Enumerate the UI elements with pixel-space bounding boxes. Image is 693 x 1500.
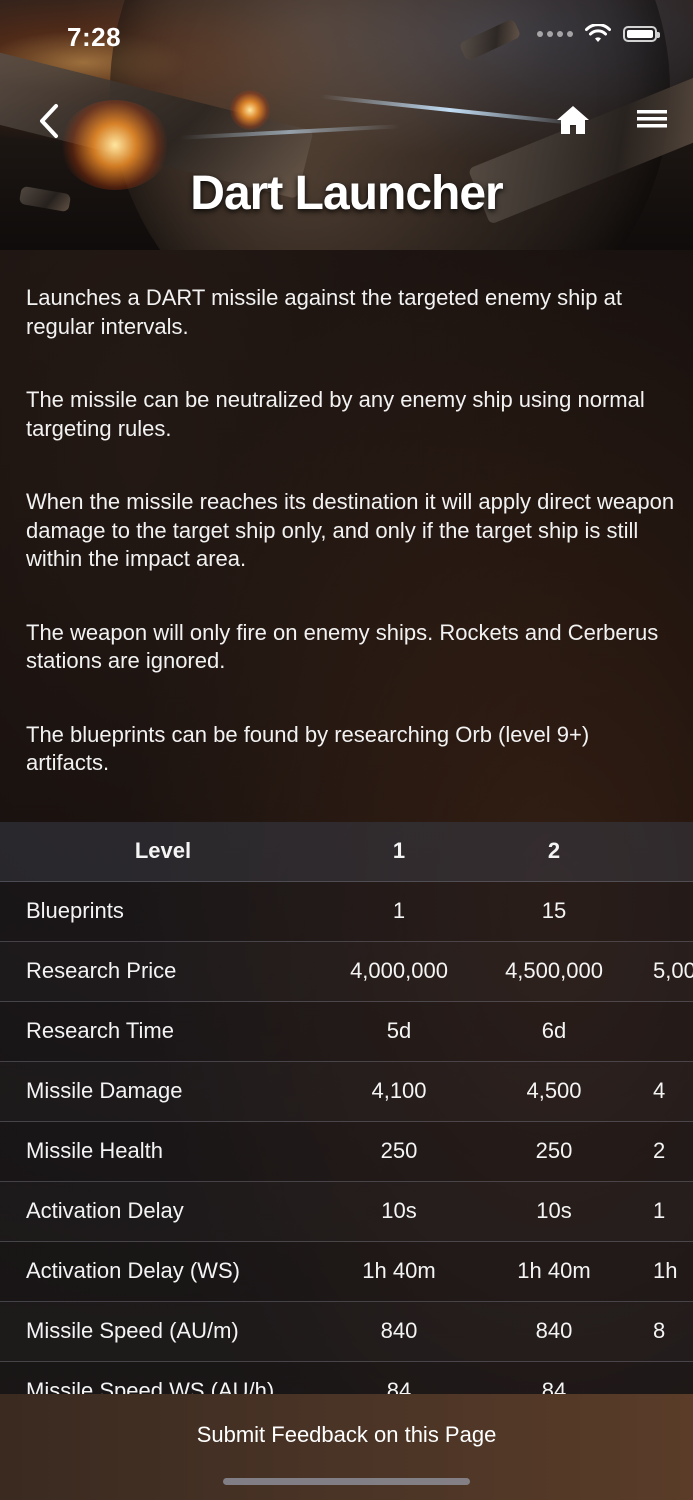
row-value: 84 (541, 1378, 567, 1394)
description-paragraph: The missile can be neutralized by any en… (26, 387, 645, 441)
description-paragraph: Launches a DART missile against the targ… (26, 285, 622, 339)
table-row: Missile Speed WS (AU/h) 84 84 (0, 1362, 693, 1394)
row-label: Missile Speed WS (AU/h) (26, 1378, 275, 1394)
row-value: 1h 40m (362, 1258, 436, 1283)
description-paragraph: The weapon will only fire on enemy ships… (26, 619, 659, 674)
description-paragraph: When the missile reaches its destination… (26, 489, 675, 571)
status-indicators (537, 24, 660, 44)
row-value: 840 (380, 1318, 418, 1343)
row-value: 10s (536, 1198, 572, 1223)
row-value (653, 1002, 693, 1060)
description-section: Launches a DART missile against the targ… (26, 284, 676, 823)
table-row: Research Price 4,000,000 4,500,000 5,00 (0, 942, 693, 1002)
menu-button[interactable] (634, 104, 670, 138)
back-button[interactable] (30, 100, 70, 144)
header-cell (653, 822, 693, 880)
row-value: 250 (535, 1138, 573, 1163)
table-header-row: Level 1 2 (0, 822, 693, 882)
home-indicator-bar (223, 1478, 470, 1485)
table-row: Blueprints 1 15 (0, 882, 693, 942)
header-cell: 2 (547, 838, 561, 863)
row-label: Activation Delay (26, 1198, 184, 1223)
cellular-signal-icon (537, 31, 573, 37)
wifi-icon (585, 24, 611, 42)
row-value: 4,500,000 (505, 958, 603, 983)
row-value: 250 (380, 1138, 418, 1163)
row-label: Research Time (26, 1018, 174, 1043)
row-label: Activation Delay (WS) (26, 1258, 240, 1283)
row-label: Research Price (26, 958, 177, 983)
row-label: Blueprints (26, 898, 124, 923)
row-value: 1h 40m (517, 1258, 591, 1283)
app-screen: 7:28 Dart Launcher Launches a DART missi (0, 0, 693, 1500)
submit-feedback-label: Submit Feedback on this Page (196, 1422, 497, 1447)
explosion-graphic-small (230, 90, 270, 130)
table-row: Missile Health 250 250 2 (0, 1122, 693, 1182)
home-button[interactable] (553, 100, 593, 140)
stats-table[interactable]: Level 1 2 Blueprints 1 15 Research Price… (0, 822, 693, 1394)
row-value: 4 (653, 1078, 666, 1103)
row-value: 10s (381, 1198, 417, 1223)
description-paragraph: The blueprints can be found by researchi… (26, 721, 590, 776)
row-label: Missile Damage (26, 1078, 183, 1103)
row-value: 1 (653, 1198, 666, 1223)
row-value: 4,100 (371, 1078, 427, 1103)
header-cell: 1 (392, 838, 406, 863)
status-time: 7:28 (67, 22, 122, 52)
row-value (653, 1362, 693, 1394)
table-row: Research Time 5d 6d (0, 1002, 693, 1062)
row-value: 840 (535, 1318, 573, 1343)
row-value: 5d (386, 1018, 412, 1043)
row-value: 1 (392, 898, 406, 923)
home-icon (557, 106, 589, 134)
row-label: Missile Health (26, 1138, 163, 1163)
chevron-left-icon (40, 104, 58, 138)
row-value: 2 (653, 1138, 666, 1163)
header-cell-level: Level (134, 838, 192, 863)
table-row: Activation Delay 10s 10s 1 (0, 1182, 693, 1242)
row-value (653, 882, 693, 940)
row-value: 6d (541, 1018, 567, 1043)
table-row: Activation Delay (WS) 1h 40m 1h 40m 1h (0, 1242, 693, 1302)
table-row: Missile Speed (AU/m) 840 840 8 (0, 1302, 693, 1362)
row-value: 15 (541, 898, 567, 923)
row-value: 4,000,000 (350, 958, 448, 983)
row-value: 5,00 (653, 958, 693, 983)
row-value: 4,500 (526, 1078, 582, 1103)
row-value: 84 (386, 1378, 412, 1394)
page-title: Dart Launcher (190, 167, 503, 220)
row-value: 8 (653, 1318, 666, 1343)
table-row: Missile Damage 4,100 4,500 4 (0, 1062, 693, 1122)
battery-icon (623, 26, 660, 42)
row-value: 1h (653, 1258, 678, 1283)
hamburger-menu-icon (637, 110, 667, 128)
row-label: Missile Speed (AU/m) (26, 1318, 239, 1343)
submit-feedback-button[interactable]: Submit Feedback on this Page (0, 1394, 693, 1500)
